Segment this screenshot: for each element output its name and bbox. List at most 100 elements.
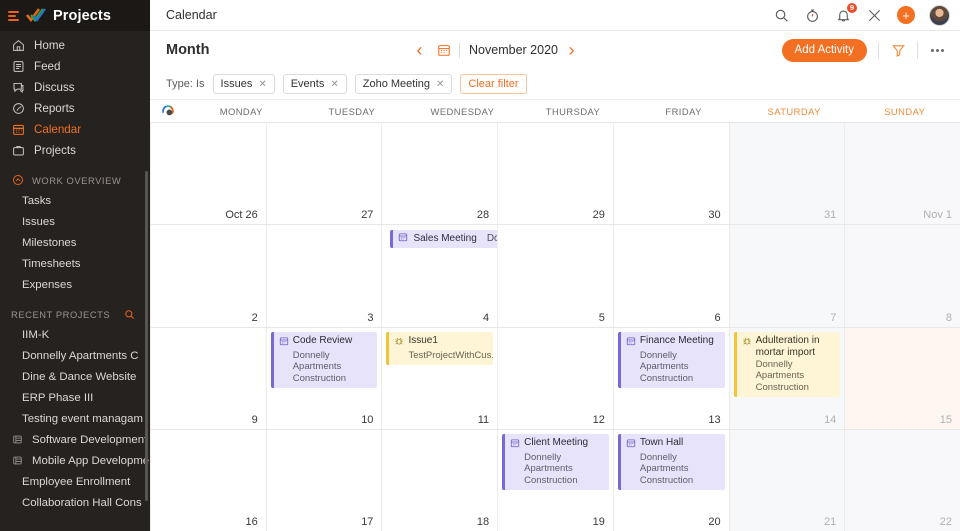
calendar-day-cell[interactable]: 18 bbox=[382, 430, 498, 531]
event-inline-row: Sales MeetingDonnelly Apartments Constr.… bbox=[398, 232, 498, 245]
menu-toggle-icon[interactable] bbox=[8, 11, 19, 21]
event-title: Town Hall bbox=[640, 437, 683, 449]
calendar-day-cell[interactable]: 7 bbox=[730, 225, 846, 326]
filter-chip-zoho-meeting[interactable]: Zoho Meeting ✕ bbox=[355, 74, 453, 94]
calendar-event-item[interactable]: Finance MeetingDonnelly Apartments Const… bbox=[618, 332, 725, 389]
timer-icon[interactable] bbox=[804, 7, 821, 24]
sidebar-item-label: Milestones bbox=[22, 237, 76, 249]
section-work-overview[interactable]: WORK OVERVIEW bbox=[0, 170, 150, 190]
calendar-day-cell[interactable]: 3 bbox=[267, 225, 383, 326]
calendar-day-cell[interactable]: Nov 1 bbox=[845, 123, 960, 224]
sidebar-project-software-development[interactable]: Software Development bbox=[0, 429, 150, 450]
sidebar-item-timesheets[interactable]: Timesheets bbox=[0, 253, 150, 274]
sidebar-project-iim-k[interactable]: IIM-K bbox=[0, 324, 150, 345]
date-picker-icon[interactable] bbox=[431, 43, 457, 57]
sidebar-item-issues[interactable]: Issues bbox=[0, 211, 150, 232]
event-icon bbox=[626, 336, 636, 350]
sidebar-project-testing-event-managam[interactable]: Testing event managam bbox=[0, 408, 150, 429]
sidebar-item-milestones[interactable]: Milestones bbox=[0, 232, 150, 253]
prev-month-button[interactable]: ‹ bbox=[409, 39, 431, 61]
calendar-event-item[interactable]: Town HallDonnelly Apartments Constructio… bbox=[618, 434, 725, 491]
day-number: 20 bbox=[708, 516, 720, 528]
day-number: 31 bbox=[824, 209, 836, 221]
calendar-event-item[interactable]: Sales MeetingDonnelly Apartments Constr.… bbox=[390, 230, 498, 248]
calendar-event-item[interactable]: Code ReviewDonnelly Apartments Construct… bbox=[271, 332, 378, 389]
calendar-day-cell[interactable]: Adulteration in mortar importDonnelly Ap… bbox=[730, 328, 846, 429]
close-icon[interactable]: ✕ bbox=[436, 79, 444, 90]
calendar-day-cell[interactable]: 6 bbox=[614, 225, 730, 326]
calendar-day-cell[interactable]: 8 bbox=[845, 225, 960, 326]
next-month-button[interactable]: › bbox=[561, 39, 583, 61]
sidebar-item-label: Collaboration Hall Cons bbox=[22, 497, 142, 509]
calendar-issue-item[interactable]: Issue1TestProjectWithCus... bbox=[386, 332, 493, 366]
funnel-icon[interactable] bbox=[890, 42, 906, 58]
sidebar-item-home[interactable]: Home bbox=[0, 35, 150, 56]
sidebar-item-expenses[interactable]: Expenses bbox=[0, 274, 150, 295]
sidebar-project-mobile-app-development[interactable]: Mobile App Developme bbox=[0, 450, 150, 471]
calendar-day-cell[interactable]: Oct 26 bbox=[150, 123, 267, 224]
calendar-day-cell[interactable]: 16 bbox=[150, 430, 267, 531]
work-overview-icon bbox=[11, 174, 24, 187]
calendar-day-cell[interactable]: Client MeetingDonnelly Apartments Constr… bbox=[498, 430, 614, 531]
calendar-day-cell[interactable]: 27 bbox=[267, 123, 383, 224]
calendar-issue-item[interactable]: Adulteration in mortar importDonnelly Ap… bbox=[734, 332, 841, 398]
search-projects-icon[interactable] bbox=[123, 308, 136, 321]
calendar-day-cell[interactable]: 22 bbox=[845, 430, 960, 531]
calendar-day-cell[interactable]: Issue1TestProjectWithCus...11 bbox=[382, 328, 498, 429]
sidebar-item-label: Projects bbox=[34, 144, 76, 157]
sidebar-item-label: Home bbox=[34, 39, 65, 52]
sidebar-scrollbar[interactable] bbox=[145, 171, 148, 501]
sidebar-item-label: Calendar bbox=[34, 123, 81, 136]
sidebar-item-tasks[interactable]: Tasks bbox=[0, 190, 150, 211]
tools-icon[interactable] bbox=[866, 7, 883, 24]
close-icon[interactable]: ✕ bbox=[258, 79, 266, 90]
calendar-day-cell[interactable]: 28 bbox=[382, 123, 498, 224]
day-number: 10 bbox=[361, 414, 373, 426]
calendar-event-item[interactable]: Client MeetingDonnelly Apartments Constr… bbox=[502, 434, 609, 491]
add-button[interactable]: + bbox=[897, 6, 915, 24]
calendar-day-cell[interactable]: Code ReviewDonnelly Apartments Construct… bbox=[267, 328, 383, 429]
calendar-day-cell[interactable]: 29 bbox=[498, 123, 614, 224]
sidebar-item-feed[interactable]: Feed bbox=[0, 56, 150, 77]
calendar-icon bbox=[11, 123, 25, 137]
avatar[interactable] bbox=[929, 5, 950, 26]
view-mode-label[interactable]: Month bbox=[166, 42, 209, 58]
page-title: Calendar bbox=[166, 8, 217, 22]
sync-icon[interactable] bbox=[150, 100, 186, 122]
bell-icon[interactable]: 9 bbox=[835, 7, 852, 24]
more-options-icon[interactable] bbox=[929, 45, 946, 56]
calendar-day-cell[interactable]: 21 bbox=[730, 430, 846, 531]
sidebar-project-collaboration-hall[interactable]: Collaboration Hall Cons bbox=[0, 492, 150, 513]
filter-chip-events[interactable]: Events ✕ bbox=[283, 74, 347, 94]
sidebar-item-label: Issues bbox=[22, 216, 55, 228]
day-number: 30 bbox=[708, 209, 720, 221]
add-activity-button[interactable]: Add Activity bbox=[782, 39, 867, 62]
sidebar-item-projects[interactable]: Projects bbox=[0, 140, 150, 161]
calendar-day-cell[interactable]: Sales MeetingDonnelly Apartments Constr.… bbox=[382, 225, 498, 326]
sidebar-item-label: Feed bbox=[34, 60, 60, 73]
sidebar-project-employee-enrollment[interactable]: Employee Enrollment bbox=[0, 471, 150, 492]
calendar-day-cell[interactable]: 2 bbox=[150, 225, 267, 326]
calendar-day-cell[interactable]: 5 bbox=[498, 225, 614, 326]
calendar-day-cell[interactable]: Town HallDonnelly Apartments Constructio… bbox=[614, 430, 730, 531]
search-icon[interactable] bbox=[773, 7, 790, 24]
sidebar-item-reports[interactable]: Reports bbox=[0, 98, 150, 119]
current-month-label: November 2020 bbox=[467, 43, 561, 57]
sidebar-project-donnelly-apartments[interactable]: Donnelly Apartments C bbox=[0, 345, 150, 366]
clear-filter-button[interactable]: Clear filter bbox=[460, 74, 526, 94]
calendar-day-cell[interactable]: 15 bbox=[845, 328, 960, 429]
event-title-row: Town Hall bbox=[626, 437, 721, 452]
filter-chip-issues[interactable]: Issues ✕ bbox=[213, 74, 275, 94]
calendar-day-cell[interactable]: 12 bbox=[498, 328, 614, 429]
close-icon[interactable]: ✕ bbox=[330, 79, 338, 90]
sidebar-project-dine-dance-website[interactable]: Dine & Dance Website bbox=[0, 366, 150, 387]
sidebar-project-erp-phase-iii[interactable]: ERP Phase III bbox=[0, 387, 150, 408]
calendar-day-cell[interactable]: Finance MeetingDonnelly Apartments Const… bbox=[614, 328, 730, 429]
sidebar-item-calendar[interactable]: Calendar bbox=[0, 119, 150, 140]
calendar-day-cell[interactable]: 17 bbox=[267, 430, 383, 531]
calendar-day-cell[interactable]: 9 bbox=[150, 328, 267, 429]
calendar-day-cell[interactable]: 31 bbox=[730, 123, 846, 224]
calendar-day-cell[interactable]: 30 bbox=[614, 123, 730, 224]
sidebar-item-discuss[interactable]: Discuss bbox=[0, 77, 150, 98]
dow-sunday: SUNDAY bbox=[849, 100, 960, 122]
